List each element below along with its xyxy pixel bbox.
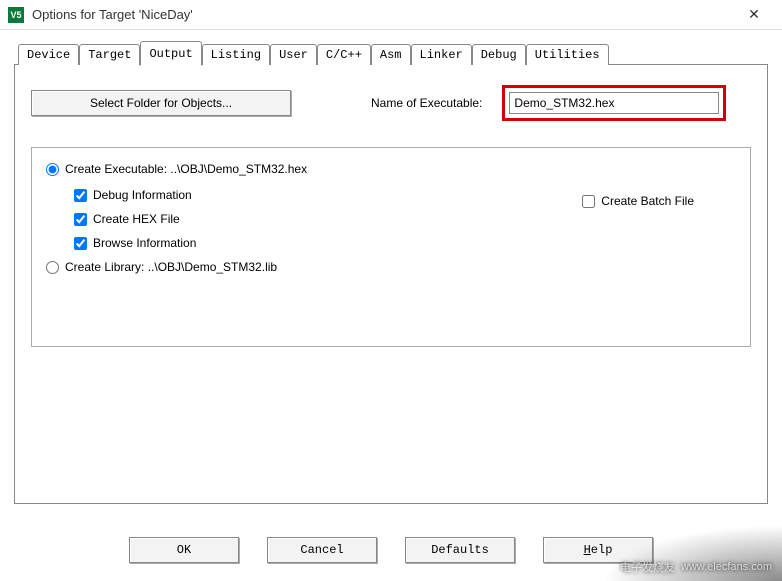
dialog-body: DeviceTargetOutputListingUserC/C++AsmLin…	[0, 30, 782, 504]
tab-c-c-[interactable]: C/C++	[317, 44, 371, 65]
app-icon: V5	[8, 7, 24, 23]
exe-name-input[interactable]	[509, 92, 719, 114]
debug-info-check[interactable]	[74, 189, 87, 202]
window-title: Options for Target 'NiceDay'	[32, 7, 734, 22]
browse-info-check[interactable]	[74, 237, 87, 250]
tab-output[interactable]: Output	[140, 41, 201, 66]
top-row: Select Folder for Objects... Name of Exe…	[31, 85, 751, 121]
debug-info-label: Debug Information	[93, 188, 192, 202]
create-exec-label: Create Executable: ..\OBJ\Demo_STM32.hex	[65, 162, 307, 176]
batch-file-label: Create Batch File	[601, 194, 694, 208]
tab-target[interactable]: Target	[79, 44, 140, 65]
tab-debug[interactable]: Debug	[472, 44, 526, 65]
hex-file-label: Create HEX File	[93, 212, 180, 226]
dialog-buttons: OK Cancel Defaults Help	[0, 537, 782, 563]
hex-file-check[interactable]	[74, 213, 87, 226]
output-tab-panel: Select Folder for Objects... Name of Exe…	[14, 64, 768, 504]
create-lib-radio-row[interactable]: Create Library: ..\OBJ\Demo_STM32.lib	[46, 260, 736, 274]
tab-linker[interactable]: Linker	[411, 44, 472, 65]
hex-file-row[interactable]: Create HEX File	[74, 212, 736, 226]
tab-utilities[interactable]: Utilities	[526, 44, 609, 65]
defaults-button[interactable]: Defaults	[405, 537, 515, 563]
browse-info-row[interactable]: Browse Information	[74, 236, 736, 250]
output-group: Create Executable: ..\OBJ\Demo_STM32.hex…	[31, 147, 751, 347]
tab-user[interactable]: User	[270, 44, 317, 65]
batch-file-check[interactable]	[582, 195, 595, 208]
close-icon[interactable]: ✕	[734, 1, 774, 29]
create-lib-radio[interactable]	[46, 261, 59, 274]
cancel-button[interactable]: Cancel	[267, 537, 377, 563]
exe-name-label: Name of Executable:	[371, 96, 482, 110]
select-folder-button[interactable]: Select Folder for Objects...	[31, 90, 291, 116]
tab-strip: DeviceTargetOutputListingUserC/C++AsmLin…	[14, 41, 768, 65]
tab-device[interactable]: Device	[18, 44, 79, 65]
create-lib-label: Create Library: ..\OBJ\Demo_STM32.lib	[65, 260, 277, 274]
exe-highlight-box	[502, 85, 726, 121]
titlebar: V5 Options for Target 'NiceDay' ✕	[0, 0, 782, 30]
create-exec-radio[interactable]	[46, 163, 59, 176]
create-exec-radio-row[interactable]: Create Executable: ..\OBJ\Demo_STM32.hex	[46, 162, 736, 176]
batch-file-row[interactable]: Create Batch File	[582, 194, 694, 208]
help-button[interactable]: Help	[543, 537, 653, 563]
tab-asm[interactable]: Asm	[371, 44, 411, 65]
ok-button[interactable]: OK	[129, 537, 239, 563]
tab-listing[interactable]: Listing	[202, 44, 270, 65]
browse-info-label: Browse Information	[93, 236, 196, 250]
